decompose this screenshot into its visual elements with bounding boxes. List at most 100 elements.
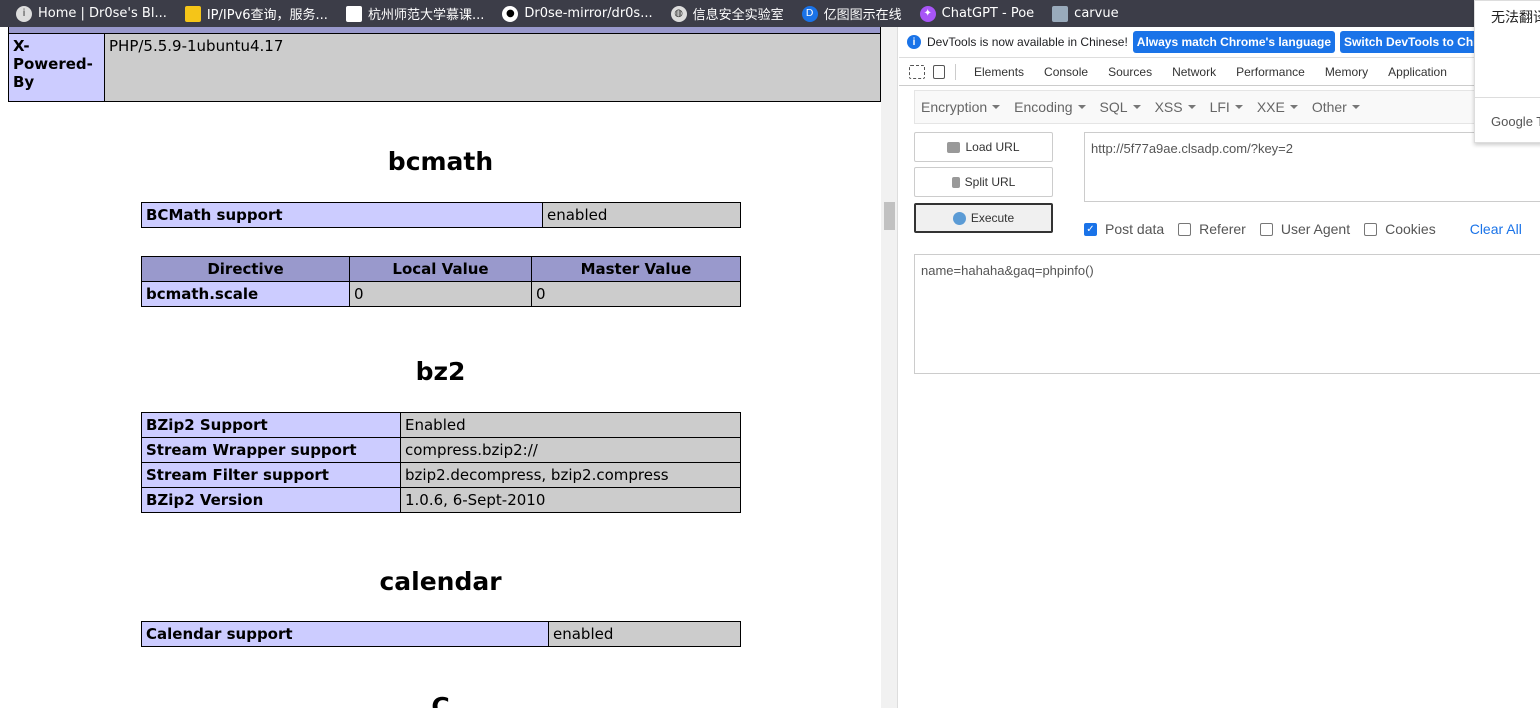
menu-other[interactable]: Other [1306, 99, 1368, 115]
device-toolbar-icon[interactable] [933, 64, 945, 79]
bookmark-home[interactable]: i Home | Dr0se's Bl... [8, 0, 177, 27]
table-row: BZip2 Support Enabled [141, 412, 741, 438]
globe-icon: ◍ [670, 5, 687, 22]
table-row: bcmath.scale 0 0 [141, 281, 741, 307]
tab-network[interactable]: Network [1162, 65, 1226, 79]
table-row: BCMath support enabled [141, 202, 741, 228]
devtools-panel: i DevTools is now available in Chinese! … [899, 27, 1540, 708]
caret-down-icon [1187, 105, 1196, 109]
bookmark-label: Home | Dr0se's Bl... [38, 6, 167, 21]
load-url-button[interactable]: Load URL [914, 132, 1053, 162]
bookmark-label: ChatGPT - Poe [941, 6, 1035, 21]
checkbox-checked-icon[interactable]: ✓ [1084, 222, 1097, 236]
split-url-button[interactable]: Split URL [914, 167, 1053, 197]
menu-label: Encoding [1014, 99, 1073, 115]
row-value: Enabled [400, 412, 741, 438]
table-header-row: Directive Local Value Master Value [141, 256, 741, 282]
caret-down-icon [1132, 105, 1141, 109]
url-input[interactable]: http://5f77a9ae.clsadp.com/?key=2 [1084, 132, 1540, 202]
checkbox-icon[interactable] [1364, 222, 1378, 236]
option-post-data[interactable]: ✓ Post data [1084, 221, 1164, 237]
menu-label: Other [1311, 99, 1347, 115]
section-title-bz2: bz2 [415, 357, 466, 386]
bookmark-label: 亿图图示在线 [823, 8, 902, 23]
bookmark-label: IP/IPv6查询，服务... [206, 8, 328, 23]
tab-performance[interactable]: Performance [1226, 65, 1315, 79]
option-cookies[interactable]: Cookies [1364, 221, 1436, 237]
caret-down-icon [1077, 105, 1086, 109]
row-value: enabled [548, 621, 741, 647]
execute-button[interactable]: Execute [914, 203, 1053, 233]
carvue-icon [1052, 5, 1069, 22]
menu-lfi[interactable]: LFI [1204, 99, 1251, 115]
inspect-element-icon[interactable] [909, 64, 925, 79]
bookmark-edraw[interactable]: D 亿图图示在线 [794, 0, 912, 27]
page-scrollbar[interactable] [881, 27, 898, 708]
option-label: User Agent [1280, 221, 1351, 237]
button-label: Split URL [964, 175, 1016, 189]
bcmath-support-table: BCMath support enabled [141, 202, 741, 228]
table-row: BZip2 Version 1.0.6, 6-Sept-2010 [141, 487, 741, 513]
caret-down-icon [1351, 105, 1360, 109]
menu-xxe[interactable]: XXE [1251, 99, 1306, 115]
row-value: bzip2.decompress, bzip2.compress [400, 462, 741, 488]
section-title-bcmath: bcmath [387, 147, 494, 176]
devtools-tabbar: Elements Console Sources Network Perform… [899, 58, 1540, 86]
match-language-button[interactable]: Always match Chrome's language [1132, 31, 1336, 53]
bookmark-label: carvue [1074, 6, 1119, 21]
row-key: X-Powered-By [8, 33, 105, 102]
bookmark-mooc[interactable]: 杭州师范大学慕课... [338, 0, 494, 27]
clear-all-link[interactable]: Clear All [1470, 221, 1522, 237]
table-row: Stream Wrapper support compress.bzip2:// [141, 437, 741, 463]
tab-console[interactable]: Console [1034, 65, 1098, 79]
tab-elements[interactable]: Elements [964, 65, 1034, 79]
powered-by-table: X-Powered-By PHP/5.5.9-1ubuntu4.17 [8, 27, 881, 102]
github-icon: ● [502, 5, 519, 22]
local-value: 0 [349, 281, 532, 307]
tab-memory[interactable]: Memory [1315, 65, 1378, 79]
bookmark-lab[interactable]: ◍ 信息安全实验室 [663, 0, 794, 27]
row-key: Stream Filter support [141, 462, 401, 488]
menu-label: XXE [1256, 99, 1285, 115]
button-label: Execute [970, 211, 1015, 225]
menu-label: LFI [1209, 99, 1230, 115]
translate-message: 无法翻译 [1491, 9, 1540, 25]
tab-application[interactable]: Application [1378, 65, 1457, 79]
checkbox-icon[interactable] [1259, 222, 1273, 236]
bookmark-carvue[interactable]: carvue [1044, 0, 1128, 27]
bookmark-ip[interactable]: IP/IPv6查询，服务... [177, 0, 338, 27]
option-referer[interactable]: Referer [1178, 221, 1246, 237]
poe-icon: ✦ [919, 5, 936, 22]
column-header: Local Value [349, 256, 532, 282]
calendar-table: Calendar support enabled [141, 621, 741, 647]
table-row: Calendar support enabled [141, 621, 741, 647]
bookmark-github[interactable]: ● Dr0se-mirror/dr0s... [494, 0, 662, 27]
hackbar-menu: Encryption Encoding SQL XSS LFI XXE Othe… [914, 90, 1540, 124]
table-row: X-Powered-By PHP/5.5.9-1ubuntu4.17 [8, 33, 881, 102]
option-label: Referer [1199, 221, 1246, 237]
option-user-agent[interactable]: User Agent [1259, 221, 1351, 237]
bookmarks-bar: i Home | Dr0se's Bl... IP/IPv6查询，服务... 杭州… [0, 0, 1540, 27]
row-key: Stream Wrapper support [141, 437, 401, 463]
directive-name: bcmath.scale [141, 281, 350, 307]
tab-sources[interactable]: Sources [1098, 65, 1162, 79]
menu-sql[interactable]: SQL [1094, 99, 1149, 115]
language-infobar: i DevTools is now available in Chinese! … [899, 27, 1540, 58]
infobar-message: DevTools is now available in Chinese! [927, 35, 1128, 49]
checkbox-icon[interactable] [1178, 222, 1192, 236]
scrollbar-thumb[interactable] [884, 202, 895, 230]
divider [955, 63, 956, 80]
menu-label: XSS [1154, 99, 1183, 115]
section-title-calendar: calendar [379, 567, 502, 596]
info-icon: i [907, 35, 921, 49]
bookmark-poe[interactable]: ✦ ChatGPT - Poe [912, 0, 1045, 27]
row-value: PHP/5.5.9-1ubuntu4.17 [104, 33, 881, 102]
menu-xss[interactable]: XSS [1149, 99, 1204, 115]
menu-encryption[interactable]: Encryption [915, 99, 1008, 115]
menu-encoding[interactable]: Encoding [1008, 99, 1093, 115]
phpinfo-page: X-Powered-By PHP/5.5.9-1ubuntu4.17 bcmat… [0, 27, 881, 708]
row-value: 1.0.6, 6-Sept-2010 [400, 487, 741, 513]
bookmark-label: 信息安全实验室 [692, 8, 784, 23]
translate-brand: Google Translate [1491, 114, 1540, 129]
post-data-input[interactable]: name=hahaha&gaq=phpinfo() [914, 254, 1540, 374]
